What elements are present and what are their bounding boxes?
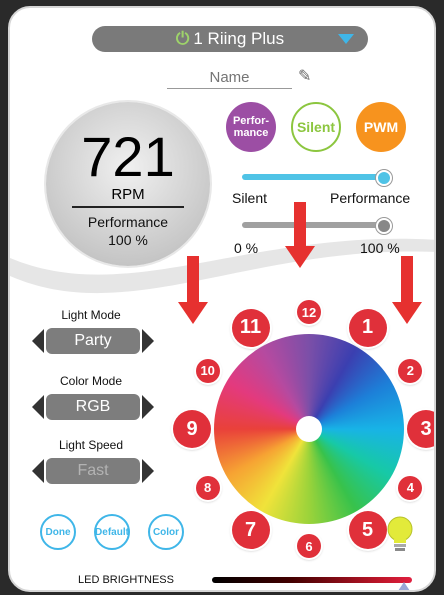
chevron-left-icon[interactable] (32, 395, 44, 419)
led-brightness-slider[interactable] (212, 577, 412, 583)
speed-slider-handle[interactable] (376, 170, 392, 186)
light-mode-label: Light Mode (61, 308, 121, 322)
fan-zone-8[interactable]: 8 (195, 475, 220, 500)
color-wheel[interactable] (214, 334, 404, 524)
fan-zone-2[interactable]: 2 (398, 358, 423, 383)
speed-slider[interactable] (242, 170, 392, 186)
fan-zone-10[interactable]: 10 (195, 358, 220, 383)
percent-slider-handle[interactable] (376, 218, 392, 234)
chevron-right-icon[interactable] (142, 459, 154, 483)
fan-zone-1[interactable]: 1 (348, 308, 387, 347)
device-selector[interactable]: ⏻ 1 Riing Plus (92, 26, 368, 52)
fan-zone-4[interactable]: 4 (398, 475, 423, 500)
fan-zone-5[interactable]: 5 (348, 511, 387, 550)
color-button[interactable]: Color (148, 514, 184, 550)
current-percent: 100 % (108, 232, 148, 248)
light-mode-value: Party (46, 328, 140, 354)
light-speed-value: Fast (46, 458, 140, 484)
device-name: Riing Plus (207, 29, 285, 48)
current-mode: Performance (87, 214, 169, 230)
device-number: 1 (193, 29, 203, 48)
silent-mode-button[interactable]: Silent (291, 102, 341, 152)
fan-zone-7[interactable]: 7 (231, 511, 270, 550)
percent-slider[interactable] (242, 218, 392, 234)
done-button[interactable]: Done (40, 514, 76, 550)
color-mode-stepper: RGB (32, 394, 154, 420)
decorative-swoosh (10, 238, 434, 294)
caret-down-icon[interactable] (338, 34, 354, 44)
rpm-gauge: 721 RPM Performance 100 % (46, 102, 210, 266)
fan-zone-9[interactable]: 9 (173, 410, 211, 448)
percent-slider-left-label: 0 % (234, 240, 259, 256)
chevron-left-icon[interactable] (32, 329, 44, 353)
led-brightness-label: LED BRIGHTNESS (78, 574, 174, 586)
pwm-mode-button[interactable]: PWM (356, 102, 406, 152)
default-button[interactable]: Default (94, 514, 130, 550)
chevron-right-icon[interactable] (142, 395, 154, 419)
rpm-value: 721 (81, 125, 175, 188)
name-input[interactable] (167, 66, 292, 89)
light-mode-stepper: Party (32, 328, 154, 354)
percent-slider-right-label: 100 % (360, 240, 400, 256)
fan-control-panel: ⏻ 1 Riing Plus ✎ 721 RPM Performance 100… (8, 6, 436, 592)
fan-zone-11[interactable]: 11 (231, 308, 270, 347)
light-speed-stepper: Fast (32, 458, 154, 484)
color-mode-label: Color Mode (59, 374, 123, 388)
rpm-unit: RPM (111, 186, 145, 203)
chevron-right-icon[interactable] (142, 329, 154, 353)
light-speed-label: Light Speed (58, 438, 124, 452)
fan-zone-6[interactable]: 6 (297, 534, 321, 558)
speed-slider-right-label: Performance (330, 190, 411, 206)
chevron-left-icon[interactable] (32, 459, 44, 483)
fan-zone-12[interactable]: 12 (297, 300, 321, 324)
speed-slider-left-label: Silent (232, 190, 268, 206)
pencil-icon[interactable]: ✎ (298, 66, 311, 86)
performance-mode-button[interactable]: Perfor-mance (226, 102, 276, 152)
lightbulb-icon (387, 516, 413, 551)
power-icon: ⏻ (175, 29, 190, 48)
fan-zone-3[interactable]: 3 (407, 410, 434, 448)
led-brightness-handle[interactable] (396, 582, 412, 590)
performance-mode-label: Perfor-mance (232, 115, 270, 139)
rpm-divider (72, 206, 184, 208)
color-mode-value: RGB (46, 394, 140, 420)
